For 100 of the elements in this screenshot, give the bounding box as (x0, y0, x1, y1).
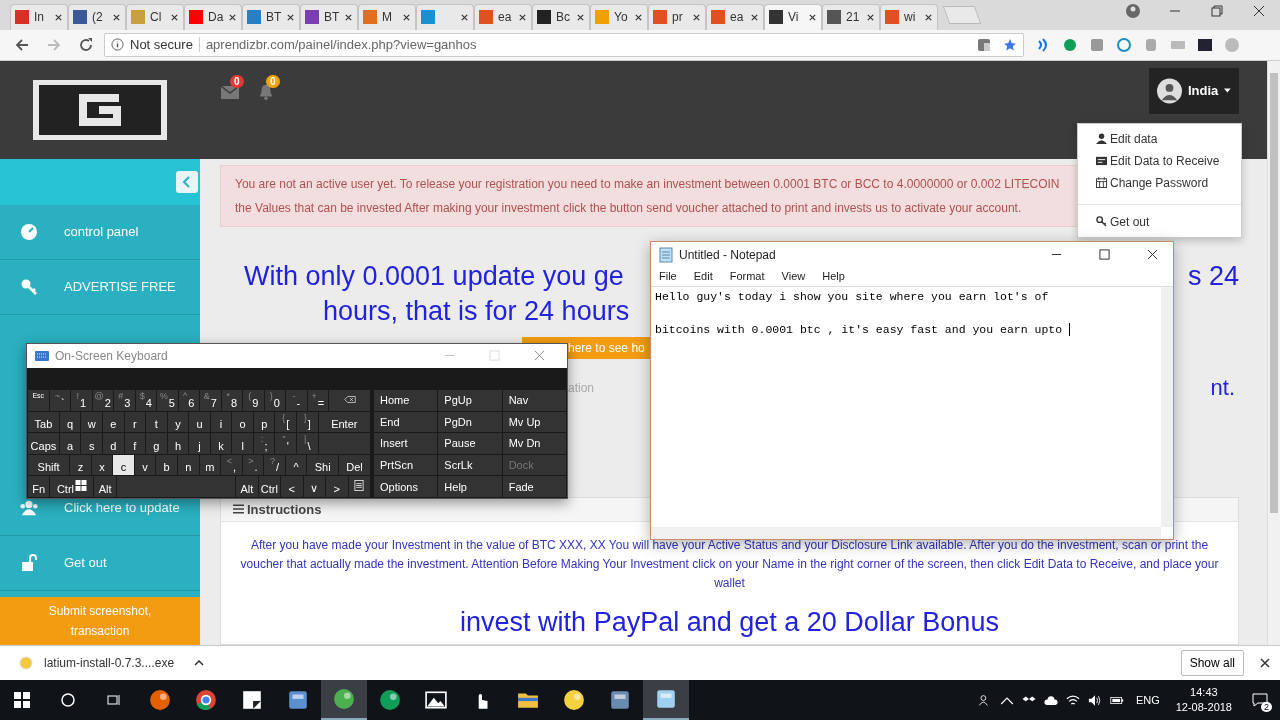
browser-tab[interactable]: ea (706, 3, 764, 30)
keyboard-key[interactable]: *8 (221, 389, 242, 411)
logo[interactable] (33, 79, 167, 140)
keyboard-key[interactable]: ^ (285, 454, 307, 476)
keyboard-key[interactable]: Caps (28, 433, 59, 454)
close-icon[interactable] (692, 12, 701, 22)
keyboard-key[interactable]: w (81, 411, 102, 433)
clock-time[interactable]: 14:43 (1190, 685, 1218, 700)
keyboard-key[interactable]: Del (339, 454, 370, 476)
browser-tab[interactable]: (2 (68, 3, 126, 30)
search-icon[interactable] (60, 692, 76, 708)
browser-tab[interactable]: Yo (590, 3, 648, 30)
keyboard-key[interactable]: Ctrl (258, 476, 281, 497)
close-icon[interactable] (808, 12, 817, 22)
menu-item[interactable]: File (659, 269, 677, 282)
browser-tab[interactable]: BT (242, 3, 300, 30)
keyboard-key[interactable]: j (189, 433, 210, 454)
back-icon[interactable] (14, 36, 30, 53)
keyboard-key[interactable]: Mv Up (502, 411, 566, 433)
keyboard-key[interactable]: f (124, 433, 146, 454)
caret-icon[interactable] (194, 660, 205, 666)
menu-item[interactable]: Edit data (1078, 127, 1241, 150)
keyboard-key[interactable]: h (167, 433, 189, 454)
scrollbar[interactable] (651, 526, 1161, 539)
keyboard-key[interactable]: u (189, 411, 210, 433)
browser-tab[interactable]: Da (184, 3, 242, 30)
keyboard-key[interactable]: r (124, 411, 146, 433)
keyboard-key[interactable]: y (167, 411, 189, 433)
menu-item[interactable]: View (781, 269, 806, 282)
keyboard-key[interactable]: s (81, 433, 102, 454)
close-icon[interactable] (112, 12, 121, 22)
scrollbar[interactable] (1267, 60, 1280, 646)
keyboard-key[interactable]: #3 (114, 389, 135, 411)
keyboard-key[interactable]: Nav (502, 389, 566, 411)
profile-icon[interactable] (1125, 2, 1141, 19)
keyboard-key[interactable]: m (199, 454, 221, 476)
taskbar-button[interactable] (643, 680, 689, 720)
keyboard-key[interactable]: l (232, 433, 253, 454)
close-icon[interactable] (576, 12, 585, 22)
keyboard-key[interactable]: += (307, 389, 328, 411)
keyboard-key[interactable]: PrtScn (374, 454, 438, 476)
close-icon[interactable] (286, 12, 296, 22)
text-editor[interactable]: Hello guy's today i show you site where you earn lot's of bitcoins with 0.0001 btc , it's easy fast and you earn upto (651, 286, 1161, 527)
keyboard-key[interactable]: &7 (200, 389, 221, 411)
keyboard-key[interactable]: !1 (71, 389, 92, 411)
keyboard-key[interactable]: n (177, 454, 199, 476)
address-bar[interactable]: Not secure aprendizbr.com/painel/index.php?view=ganhos (104, 32, 1024, 57)
browser-tab[interactable]: In (10, 3, 68, 30)
keyboard-key[interactable]: )0 (264, 389, 285, 411)
keyboard-key[interactable]: Tab (28, 411, 59, 433)
keyboard-key[interactable]: %5 (157, 389, 178, 411)
star-icon[interactable] (1003, 37, 1017, 52)
keyboard-key[interactable]: "' (275, 433, 297, 454)
keyboard-key[interactable]: Help (438, 476, 502, 497)
close-icon[interactable] (750, 12, 759, 22)
browser-tab[interactable]: BT (300, 3, 358, 30)
keyboard-key[interactable]: Enter (318, 411, 370, 433)
clock-date[interactable]: 12-08-2018 (1175, 700, 1232, 715)
menu-item[interactable]: Format (729, 269, 765, 282)
browser-tab[interactable]: Vi (764, 3, 822, 30)
keyboard-key[interactable]: :; (253, 433, 275, 454)
close-icon[interactable] (1147, 249, 1158, 261)
reload-icon[interactable] (78, 36, 94, 53)
keyboard-key[interactable]: x (91, 454, 113, 476)
keyboard-key[interactable]: ^6 (178, 389, 199, 411)
keyboard-key[interactable]: Shi (307, 454, 339, 476)
keyboard-key[interactable]: (9 (243, 389, 264, 411)
language-indicator[interactable]: ENG (1135, 694, 1160, 706)
close-icon[interactable] (866, 12, 875, 22)
keyboard-key[interactable]: End (374, 411, 438, 433)
keyboard-key[interactable]: {[ (275, 411, 297, 433)
keyboard-key[interactable]: t (146, 411, 167, 433)
windows-icon[interactable] (14, 692, 30, 708)
keyboard-key[interactable]: <, (221, 454, 242, 476)
keyboard-key[interactable]: z (70, 454, 91, 476)
close-icon[interactable] (228, 12, 238, 22)
show-all-button[interactable]: Show all (1180, 650, 1244, 676)
browser-tab[interactable]: Bc (532, 3, 590, 30)
wifi-icon[interactable] (1065, 693, 1080, 707)
restore-icon[interactable] (1209, 2, 1225, 19)
keyboard-key[interactable]: ∨ (303, 476, 326, 497)
keyboard-key[interactable]: ~` (49, 389, 70, 411)
keyboard-key[interactable]: >. (242, 454, 264, 476)
scrollbar[interactable] (1161, 286, 1173, 527)
keyboard-key[interactable] (329, 389, 370, 411)
keyboard-key[interactable]: g (146, 433, 167, 454)
keyboard-key[interactable]: @2 (92, 389, 113, 411)
keyboard-key[interactable]: Pause (438, 433, 502, 454)
keyboard-key[interactable]: k (210, 433, 232, 454)
keyboard-key[interactable]: |\ (297, 433, 318, 454)
keyboard-key[interactable]: -- (286, 389, 307, 411)
download-item[interactable]: latium-install-0.7.3....exe (18, 655, 205, 671)
translate-icon[interactable] (977, 37, 991, 52)
keyboard-key[interactable]: Options (374, 476, 438, 497)
keyboard-key[interactable]: v (134, 454, 156, 476)
volume-icon[interactable] (1087, 693, 1102, 707)
keyboard-key[interactable]: i (210, 411, 232, 433)
keyboard-key[interactable]: Mv Dn (502, 433, 566, 454)
task-view-icon[interactable] (106, 692, 122, 708)
keyboard-key[interactable]: c (113, 454, 134, 476)
